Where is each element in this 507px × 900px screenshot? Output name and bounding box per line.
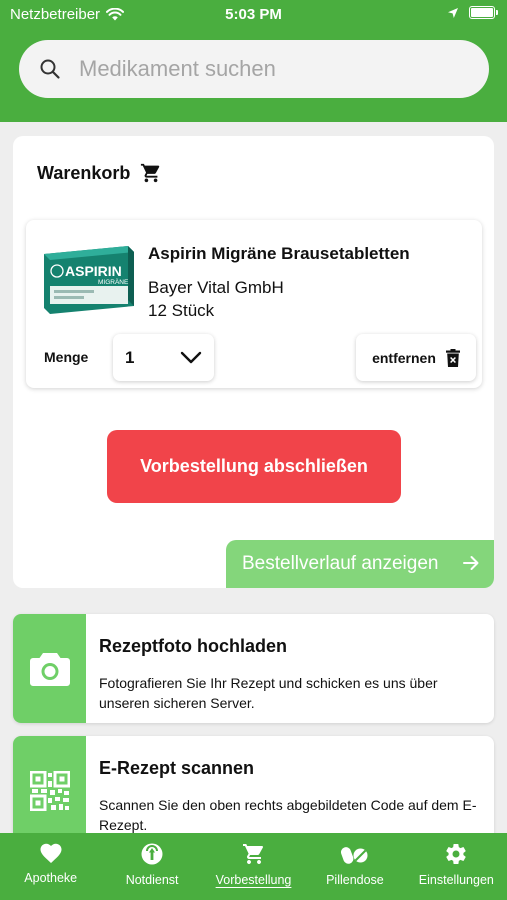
search-icon [40, 59, 60, 79]
heart-icon [40, 843, 62, 863]
order-history-label: Bestellverlauf anzeigen [242, 553, 439, 574]
clock: 5:03 PM [225, 6, 282, 23]
scan-eprescription-description: Scannen Sie den oben rechts abgebildeten… [99, 797, 477, 833]
arrow-right-icon [463, 556, 479, 570]
cart-card: Warenkorb ASPIRIN MIGRÄNE Aspirin Migrän… [13, 136, 494, 588]
tab-label: Apotheke [24, 871, 78, 885]
product-package-size: 12 Stück [148, 301, 215, 320]
cart-title: Warenkorb [37, 162, 131, 183]
tab-pillendose[interactable]: Pillendose [304, 833, 405, 900]
scan-eprescription-card[interactable]: E-Rezept scannen Scannen Sie den oben re… [13, 736, 494, 845]
cart-icon [242, 844, 263, 864]
quantity-value: 1 [125, 347, 135, 367]
product-manufacturer: Bayer Vital GmbH [148, 278, 284, 297]
scan-eprescription-title: E-Rezept scannen [99, 758, 255, 778]
upload-prescription-card[interactable]: Rezeptfoto hochladen Fotografieren Sie I… [13, 614, 494, 723]
quantity-label: Menge [44, 349, 89, 365]
tab-notdienst[interactable]: Notdienst [101, 833, 202, 900]
remove-label: entfernen [372, 349, 436, 366]
status-bar: Netzbetreiber 5:03 PM [0, 0, 507, 28]
scan-eprescription-icon-area [13, 736, 86, 845]
quantity-dropdown[interactable]: 1 [113, 334, 214, 381]
upload-prescription-title: Rezeptfoto hochladen [99, 636, 287, 656]
cart-header: Warenkorb [37, 162, 162, 184]
gear-icon [446, 843, 466, 864]
qr-code-icon [29, 770, 70, 811]
pack-brand: ASPIRIN [65, 263, 122, 279]
status-icons [447, 6, 498, 19]
remove-item-button[interactable]: entfernen [356, 334, 476, 381]
tab-label: Vorbestellung [215, 873, 292, 887]
trash-icon [445, 348, 460, 367]
tab-apotheke[interactable]: Apotheke [0, 833, 101, 900]
search-input[interactable] [79, 56, 439, 82]
location-arrow-icon [448, 7, 458, 18]
cart-icon [141, 163, 160, 183]
tab-label: Notdienst [125, 873, 179, 887]
order-history-button[interactable]: Bestellverlauf anzeigen [226, 540, 494, 588]
app-header: Netzbetreiber 5:03 PM [0, 0, 507, 122]
product-name[interactable]: Aspirin Migräne Brausetabletten [148, 244, 410, 264]
tab-einstellungen[interactable]: Einstellungen [406, 833, 507, 900]
tab-label: Einstellungen [418, 873, 494, 887]
pills-icon [340, 847, 368, 864]
chevron-down-icon [180, 351, 202, 363]
pack-subtitle: MIGRÄNE [98, 278, 129, 286]
upload-prescription-description: Fotografieren Sie Ihr Rezept und schicke… [99, 675, 438, 711]
upload-prescription-icon-area [13, 614, 86, 723]
product-image: ASPIRIN MIGRÄNE [44, 246, 134, 314]
cart-item: ASPIRIN MIGRÄNE Aspirin Migräne Brauseta… [26, 220, 482, 388]
battery-icon [469, 6, 498, 19]
bottom-tab-bar: Apotheke Notdienst Vorbestellung Pillend… [0, 833, 507, 900]
emergency-icon [141, 843, 163, 865]
tab-label: Pillendose [326, 873, 384, 887]
search-bar[interactable] [19, 40, 489, 98]
tab-vorbestellung[interactable]: Vorbestellung [203, 833, 304, 900]
camera-icon [29, 652, 70, 686]
complete-preorder-button[interactable]: Vorbestellung abschließen [107, 430, 401, 503]
